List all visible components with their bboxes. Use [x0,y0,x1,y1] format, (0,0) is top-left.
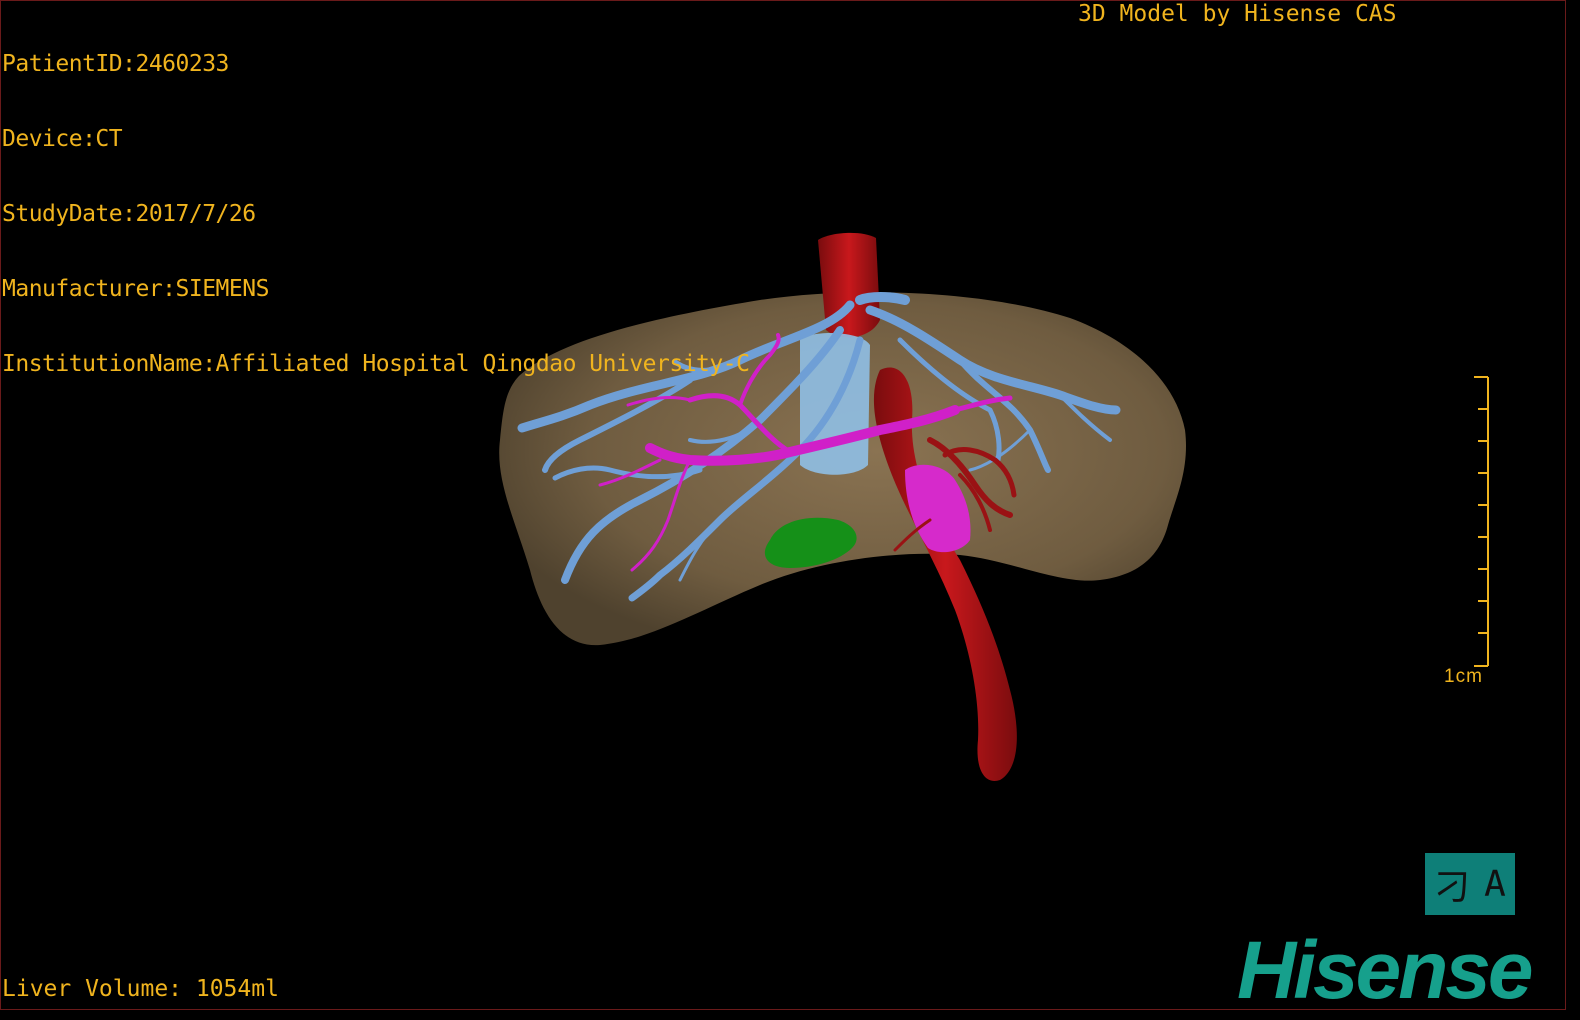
scale-bar [1474,376,1489,667]
patient-id-text: PatientID:2460233 [2,51,229,77]
liver-volume-text: Liver Volume: 1054ml [2,976,279,1002]
view-glyph-right: A [1484,863,1506,905]
device-text: Device:CT [2,126,123,152]
scale-bar-label: 1cm [1444,666,1483,687]
view-orientation-button[interactable]: 刁 A [1425,853,1515,915]
manufacturer-text: Manufacturer:SIEMENS [2,276,269,302]
hisense-logo: Hisense [1237,925,1534,1016]
model-title: 3D Model by Hisense CAS [1078,1,1397,27]
study-date-text: StudyDate:2017/7/26 [2,201,256,227]
view-glyph-left: 刁 [1434,867,1471,908]
patient-info-panel: PatientID:2460233 Device:CT StudyDate:20… [2,2,750,402]
institution-text: InstitutionName:Affiliated Hospital Qing… [2,351,750,377]
